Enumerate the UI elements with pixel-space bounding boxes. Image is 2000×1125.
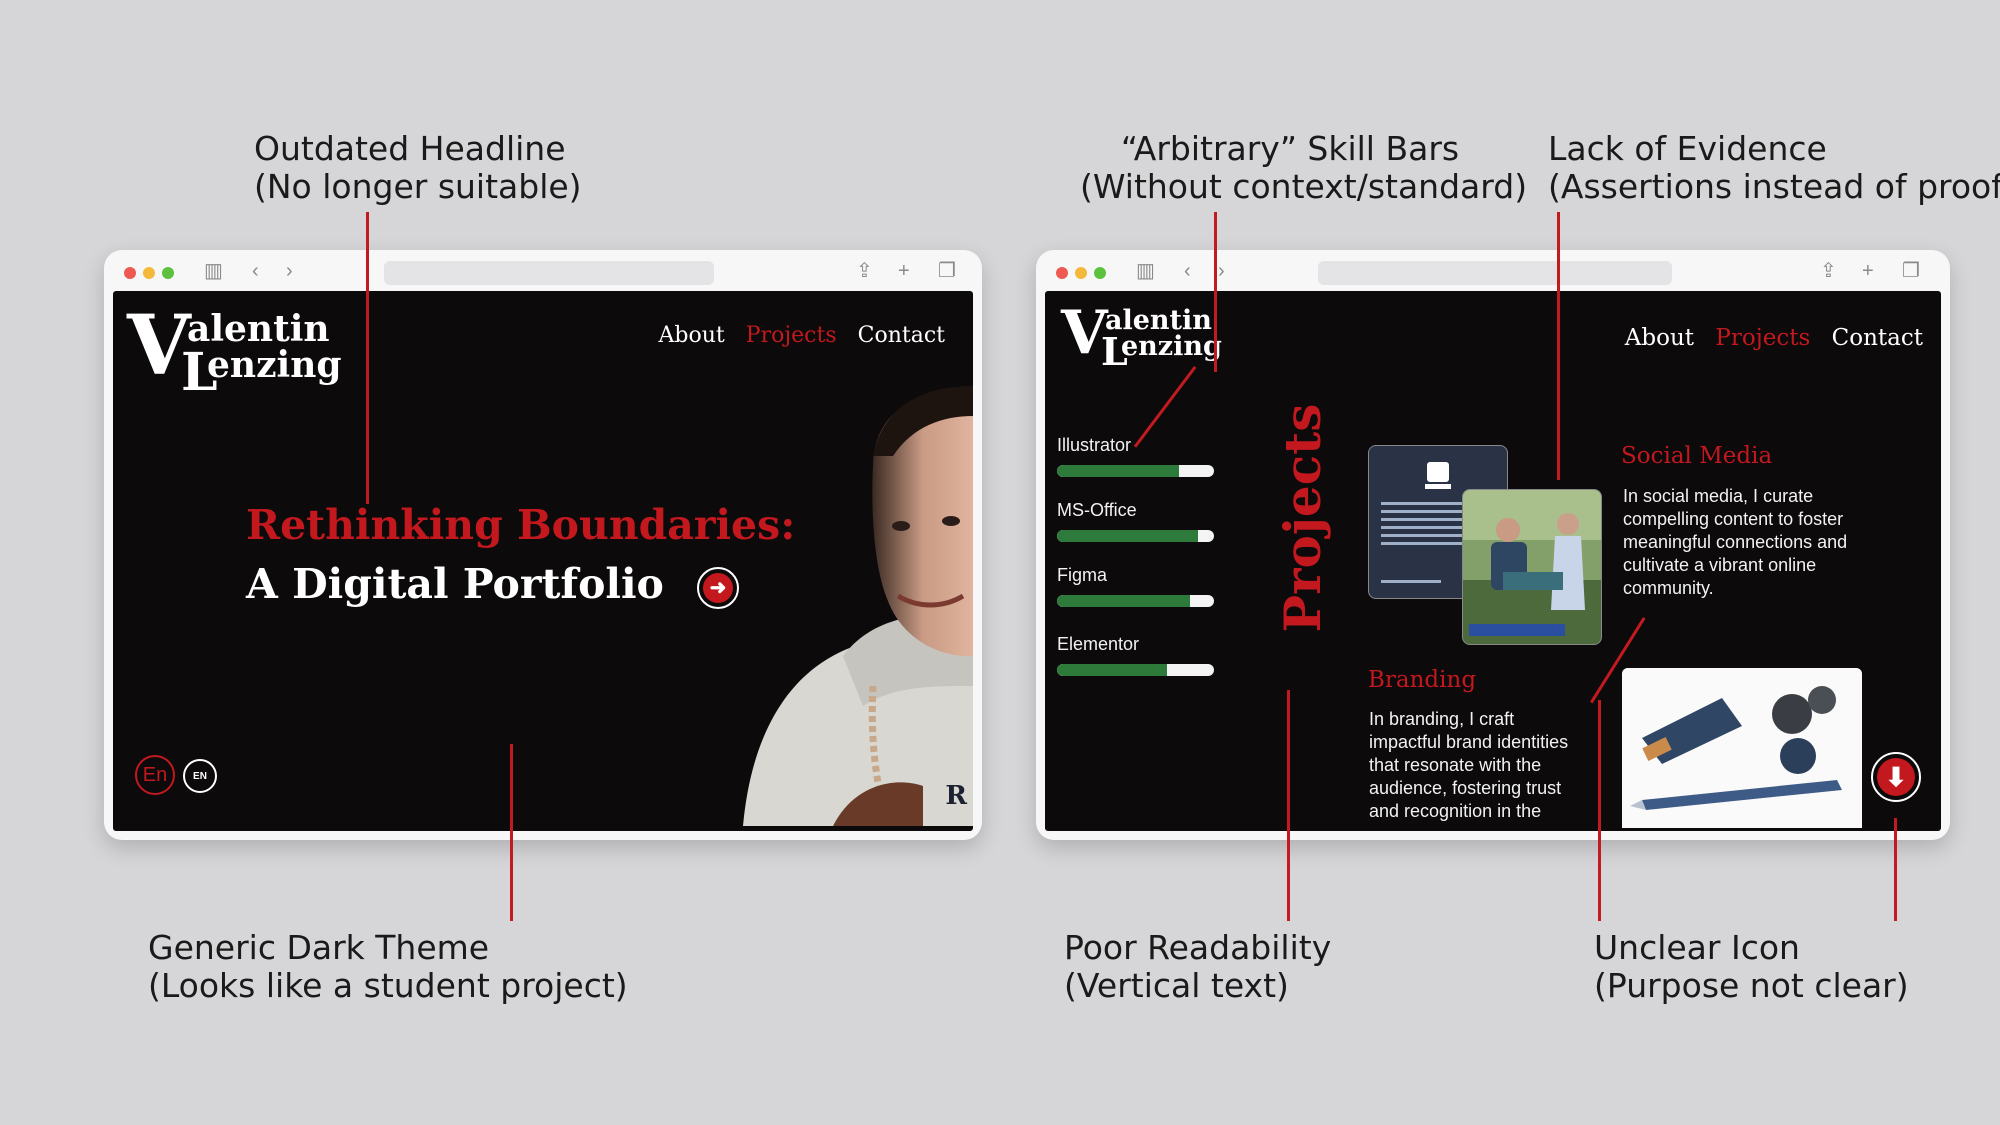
forward-icon[interactable]: › [1218, 259, 1225, 283]
back-icon[interactable]: ‹ [252, 259, 259, 283]
annotation-dark-theme: Generic Dark Theme (Looks like a student… [148, 929, 628, 1005]
annotation-line: (Without context/standard) [1080, 167, 1528, 206]
logo-line-2: enzing [207, 344, 342, 386]
zoom-window-button[interactable] [1094, 267, 1106, 279]
logo-line-2: enzing [1121, 331, 1222, 362]
close-window-button[interactable] [124, 267, 136, 279]
annotation-line: Poor Readability [1064, 928, 1332, 967]
branding-title: Branding [1368, 667, 1477, 693]
event-photo [1463, 490, 1601, 644]
browser-toolbar: ▥ ‹ › ⇪ + ❐ [1036, 250, 1950, 292]
browser-toolbar: ▥ ‹ › ⇪ + ❐ [104, 250, 982, 292]
main-nav: About Projects Contact [645, 323, 945, 348]
pointer-line [510, 744, 513, 921]
project-card-photo[interactable] [1462, 489, 1602, 645]
browser-window-left: ▥ ‹ › ⇪ + ❐ V alentin L enzing About Pro… [104, 250, 982, 840]
annotation-line: Outdated Headline [254, 129, 566, 168]
project-card-merchandise[interactable] [1622, 668, 1862, 828]
skill-label: MS-Office [1057, 500, 1137, 520]
close-window-button[interactable] [1056, 267, 1068, 279]
annotation-line: (Purpose not clear) [1594, 966, 1909, 1005]
annotation-line: (Assertions instead of proof) [1548, 167, 2000, 206]
pointer-line [1214, 212, 1217, 372]
pointer-line [1598, 700, 1601, 921]
pointer-line [1287, 690, 1290, 921]
nav-about[interactable]: About [659, 323, 725, 348]
language-en-label: En [142, 763, 168, 786]
annotation-lack-of-evidence: Lack of Evidence (Assertions instead of … [1548, 130, 2000, 206]
sidebar-icon[interactable]: ▥ [1136, 259, 1155, 283]
skill-bar [1057, 530, 1214, 542]
annotation-line: Unclear Icon [1594, 928, 1800, 967]
skill-bar-fill [1057, 664, 1167, 676]
pointer-line [1557, 212, 1560, 480]
eye-shape [942, 516, 960, 526]
projects-vertical-title: Projects [1273, 403, 1332, 633]
annotation-outdated-headline: Outdated Headline (No longer suitable) [254, 130, 582, 206]
skill-label: Elementor [1057, 634, 1140, 654]
zoom-window-button[interactable] [162, 267, 174, 279]
tabs-overview-icon[interactable]: ❐ [938, 259, 956, 283]
scroll-down-button[interactable]: ⬇ [1871, 752, 1921, 802]
nav-about[interactable]: About [1625, 325, 1694, 351]
new-tab-icon[interactable]: + [898, 259, 910, 283]
new-tab-icon[interactable]: + [1862, 259, 1874, 283]
page-viewport: V alentin L enzing About Projects Contac… [1045, 291, 1941, 831]
browser-window-right: ▥ ‹ › ⇪ + ❐ V alentin L enzing About Pro… [1036, 250, 1950, 840]
pointer-line [366, 212, 369, 504]
site-logo[interactable]: V alentin L enzing [127, 303, 357, 403]
skill-bar [1057, 465, 1214, 477]
skill-bar-fill [1057, 530, 1199, 542]
language-alt-label: EN [193, 770, 207, 782]
forward-icon[interactable]: › [286, 259, 293, 283]
skill-bar [1057, 595, 1214, 607]
annotation-line: (No longer suitable) [254, 167, 582, 206]
nav-projects[interactable]: Projects [1715, 325, 1810, 351]
address-bar[interactable] [384, 261, 714, 285]
main-nav: About Projects Contact [1611, 325, 1923, 351]
address-bar[interactable] [1318, 261, 1672, 285]
sidebar-icon[interactable]: ▥ [204, 259, 223, 283]
minimize-window-button[interactable] [1075, 267, 1087, 279]
nav-projects[interactable]: Projects [746, 323, 837, 348]
arrow-down-icon: ⬇ [1877, 758, 1915, 796]
skill-bar-fill [1057, 465, 1180, 477]
minimize-window-button[interactable] [143, 267, 155, 279]
language-en-button[interactable]: En [135, 755, 175, 795]
hoodie-letter: R [945, 781, 967, 811]
share-icon[interactable]: ⇪ [1820, 259, 1837, 283]
merchandise-photo [1622, 668, 1862, 828]
headline-red: Rethinking Boundaries: [246, 501, 796, 549]
annotation-line: Lack of Evidence [1548, 129, 1827, 168]
headline-white: A Digital Portfolio [246, 560, 664, 608]
language-alt-button[interactable]: EN [183, 759, 217, 793]
annotation-line: Generic Dark Theme [148, 928, 490, 967]
nav-contact[interactable]: Contact [858, 323, 945, 348]
social-media-title: Social Media [1621, 443, 1773, 469]
eye-shape [892, 521, 910, 531]
skill-bar-fill [1057, 595, 1191, 607]
site-logo[interactable]: V alentin L enzing [1061, 301, 1231, 377]
social-media-text: In social media, I curate compelling con… [1623, 486, 1848, 598]
annotation-skill-bars: “Arbitrary” Skill Bars (Without context/… [1080, 129, 1528, 206]
annotation-line: “Arbitrary” Skill Bars [1120, 129, 1460, 168]
skill-bar [1057, 664, 1214, 676]
annotation-line: (Looks like a student project) [148, 966, 628, 1005]
skill-label: Illustrator [1057, 435, 1132, 455]
annotation-line: (Vertical text) [1064, 966, 1289, 1005]
annotation-poor-readability: Poor Readability (Vertical text) [1064, 929, 1331, 1005]
page-viewport: V alentin L enzing About Projects Contac… [113, 291, 973, 831]
portrait-photo [743, 386, 973, 826]
branding-text: In branding, I craft impactful brand ide… [1369, 709, 1569, 821]
back-icon[interactable]: ‹ [1184, 259, 1191, 283]
nav-contact[interactable]: Contact [1832, 325, 1923, 351]
tabs-overview-icon[interactable]: ❐ [1902, 259, 1920, 283]
pointer-line [1894, 818, 1897, 921]
share-icon[interactable]: ⇪ [856, 259, 873, 283]
skill-label: Figma [1057, 565, 1108, 585]
annotation-unclear-icon: Unclear Icon (Purpose not clear) [1594, 929, 1909, 1005]
